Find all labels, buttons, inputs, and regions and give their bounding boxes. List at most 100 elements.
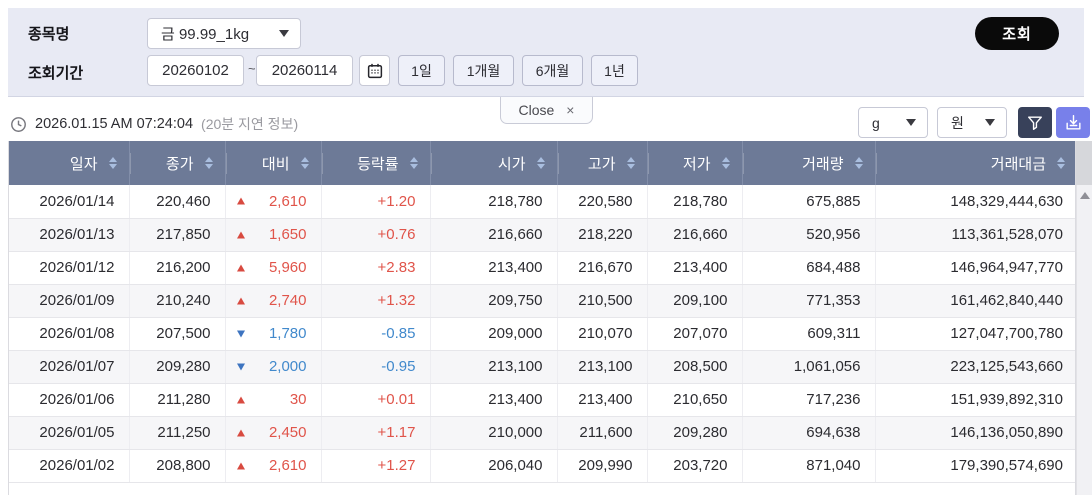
cell-volume: 1,061,056 (741, 350, 875, 384)
scroll-up-icon[interactable] (1079, 192, 1090, 199)
cell-close: 211,280 (128, 383, 225, 417)
column-label: 거래대금 (990, 155, 1046, 173)
search-button[interactable]: 조회 (975, 17, 1059, 50)
cell-close: 207,500 (128, 317, 225, 351)
cell-volume: 520,956 (741, 218, 875, 252)
cell-rate: +1.17 (320, 416, 430, 450)
cell-open: 216,660 (429, 218, 557, 252)
cell-close: 220,460 (128, 185, 225, 219)
table-row: 2026/01/14 220,460 2,610 +1.20 218,780 220,58… (9, 185, 1075, 219)
cell-change: 1,780 (224, 317, 321, 351)
cell-date: 2026/01/13 (9, 218, 129, 252)
currency-unit-value: 원 (951, 114, 964, 131)
table-row: 2026/01/13 217,850 1,650 +0.76 216,660 218,22… (9, 218, 1075, 252)
cell-high: 210,070 (556, 317, 647, 351)
sort-icon[interactable] (536, 157, 545, 169)
cell-open: 206,040 (429, 449, 557, 483)
period-1day-button[interactable]: 1일 (398, 55, 445, 86)
cell-high: 218,220 (556, 218, 647, 252)
table-scrollbar[interactable] (1076, 141, 1092, 495)
cell-rate: +0.76 (320, 218, 430, 252)
column-header-date[interactable]: 일자 (9, 141, 129, 185)
table-header-row: 일자 종가 대비 등락률 시가 고가 저가 거래량 거래대금 (9, 141, 1075, 185)
column-label: 저가 (682, 155, 711, 173)
cell-amount: 127,047,700,780 (874, 317, 1075, 351)
sort-icon[interactable] (721, 157, 730, 169)
cell-close: 211,250 (128, 416, 225, 450)
date-to-input[interactable] (256, 55, 353, 86)
range-separator: ~ (248, 61, 256, 76)
cell-open: 213,400 (429, 251, 557, 285)
scrollbar-corner (1076, 141, 1092, 185)
cell-close: 209,280 (128, 350, 225, 384)
sort-icon[interactable] (626, 157, 635, 169)
cell-open: 209,750 (429, 284, 557, 318)
currency-unit-select[interactable]: 원 (937, 107, 1007, 138)
sort-icon[interactable] (1057, 157, 1065, 169)
cell-date: 2026/01/08 (9, 317, 129, 351)
cell-close: 208,800 (128, 449, 225, 483)
cell-date: 2026/01/05 (9, 416, 129, 450)
scrollbar-track[interactable] (1076, 185, 1092, 495)
up-triangle-icon (236, 297, 245, 304)
column-header-rate[interactable]: 등락률 (320, 141, 430, 185)
table-row: 2026/01/02 208,800 2,610 +1.27 206,040 209,99… (9, 449, 1075, 483)
cell-date: 2026/01/09 (9, 284, 129, 318)
cell-amount: 148,329,444,630 (874, 185, 1075, 219)
sort-icon[interactable] (300, 157, 309, 169)
cell-open: 213,400 (429, 383, 557, 417)
sort-icon[interactable] (854, 157, 863, 169)
query-form-panel: 종목명 금 99.99_1kg 조회 조회기간 ~ 1일 1개월 (8, 8, 1084, 97)
column-header-volume[interactable]: 거래량 (741, 141, 875, 185)
cell-high: 220,580 (556, 185, 647, 219)
cell-change: 5,960 (224, 251, 321, 285)
column-header-close[interactable]: 종가 (128, 141, 225, 185)
period-6month-button[interactable]: 6개월 (522, 55, 583, 86)
cell-change: 2,610 (224, 449, 321, 483)
period-1year-button[interactable]: 1년 (591, 55, 638, 86)
sort-icon[interactable] (108, 157, 117, 169)
cell-date: 2026/01/12 (9, 251, 129, 285)
column-header-open[interactable]: 시가 (429, 141, 557, 185)
column-header-low[interactable]: 저가 (646, 141, 742, 185)
cell-close: 217,850 (128, 218, 225, 252)
weight-unit-value: g (872, 114, 880, 131)
close-tab[interactable]: Close × (500, 97, 593, 124)
calendar-button[interactable] (359, 55, 390, 86)
cell-amount: 113,361,528,070 (874, 218, 1075, 252)
item-select[interactable]: 금 99.99_1kg (147, 18, 301, 49)
cell-date: 2026/01/02 (9, 449, 129, 483)
column-header-high[interactable]: 고가 (556, 141, 647, 185)
column-header-change[interactable]: 대비 (224, 141, 321, 185)
close-icon[interactable]: × (566, 103, 574, 117)
cell-low: 210,650 (646, 383, 742, 417)
sort-icon[interactable] (409, 157, 418, 169)
cell-high: 211,600 (556, 416, 647, 450)
cell-amount: 223,125,543,660 (874, 350, 1075, 384)
cell-volume: 694,638 (741, 416, 875, 450)
table-row: 2026/01/07 209,280 2,000 -0.95 213,100 213,10… (9, 350, 1075, 384)
table-row: 2026/01/12 216,200 5,960 +2.83 213,400 216,67… (9, 251, 1075, 285)
filter-button[interactable] (1018, 107, 1052, 138)
cell-high: 213,100 (556, 350, 647, 384)
download-button[interactable] (1056, 107, 1090, 138)
period-1month-button[interactable]: 1개월 (453, 55, 514, 86)
item-select-value: 금 99.99_1kg (161, 26, 250, 43)
filter-icon (1025, 113, 1045, 133)
cell-volume: 871,040 (741, 449, 875, 483)
sort-icon[interactable] (204, 157, 213, 169)
cell-rate: +1.32 (320, 284, 430, 318)
cell-low: 216,660 (646, 218, 742, 252)
date-from-input[interactable] (147, 55, 244, 86)
cell-high: 209,990 (556, 449, 647, 483)
status-bar: 2026.01.15 AM 07:24:04 (20분 지연 정보) (10, 109, 298, 139)
cell-volume: 771,353 (741, 284, 875, 318)
clock-icon (10, 116, 27, 133)
weight-unit-select[interactable]: g (858, 107, 928, 138)
cell-open: 213,100 (429, 350, 557, 384)
cell-volume: 675,885 (741, 185, 875, 219)
cell-high: 213,400 (556, 383, 647, 417)
cell-change: 1,650 (224, 218, 321, 252)
cell-low: 218,780 (646, 185, 742, 219)
column-header-amount[interactable]: 거래대금 (874, 141, 1075, 185)
